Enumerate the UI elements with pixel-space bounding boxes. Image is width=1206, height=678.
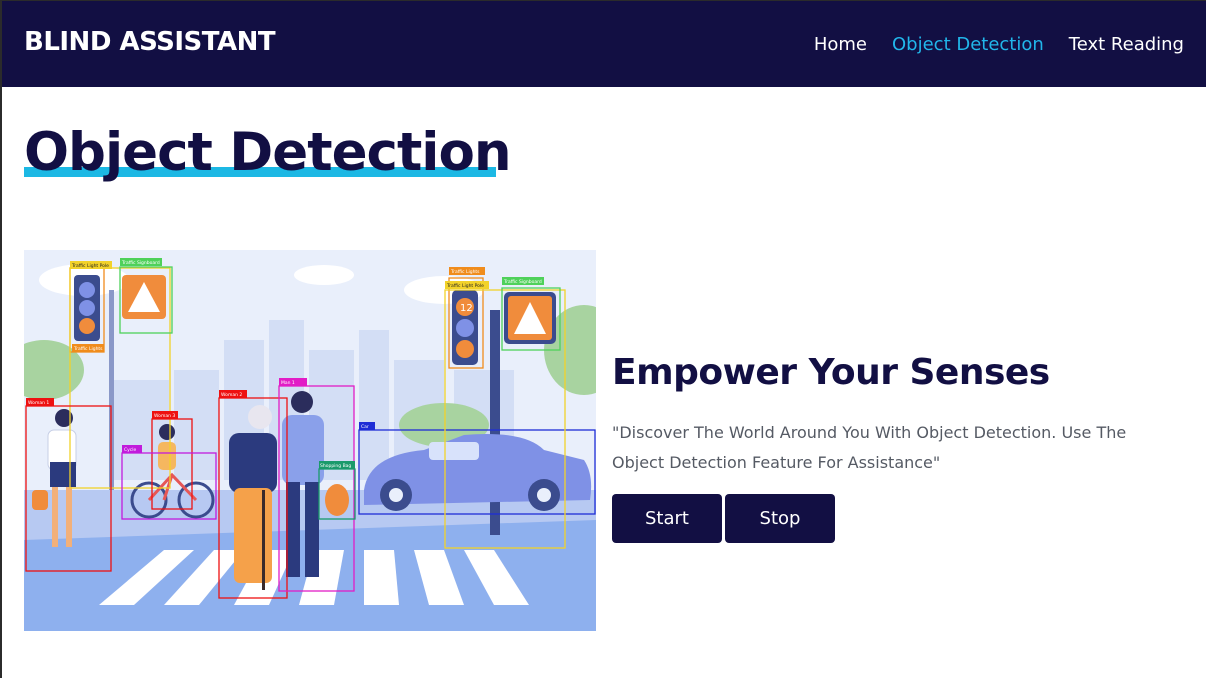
label-traffic-lights-left: Traffic Lights: [73, 346, 103, 352]
nav-links: Home Object Detection Text Reading: [814, 34, 1184, 55]
label-traffic-light-pole-left: Traffic Light Pole: [71, 263, 109, 269]
section-heading: Empower Your Senses: [612, 352, 1050, 393]
label-woman-2: Woman 2: [221, 392, 242, 398]
label-car: Car: [361, 424, 369, 430]
label-traffic-lights-right: Traffic Lights: [450, 269, 480, 275]
navbar: BLIND ASSISTANT Home Object Detection Te…: [2, 0, 1206, 87]
label-man-1: Man 1: [281, 380, 295, 386]
label-shopping-bag: Shopping Bag: [320, 463, 351, 469]
page-title: Object Detection: [24, 122, 512, 183]
stop-button[interactable]: Stop: [725, 494, 835, 543]
section-description: "Discover The World Around You With Obje…: [612, 423, 1127, 472]
label-traffic-light-pole-right: Traffic Light Pole: [446, 283, 484, 289]
label-traffic-signboard-left: Traffic Signboard: [121, 260, 160, 266]
object-detection-illustration: 12 Traffic Light Pole Traffic Signboard …: [24, 250, 596, 631]
signal-number: 12: [460, 303, 473, 314]
label-cycle: Cycle: [124, 447, 137, 453]
start-button[interactable]: Start: [612, 494, 722, 543]
nav-link-home[interactable]: Home: [814, 34, 867, 55]
nav-link-object-detection[interactable]: Object Detection: [892, 34, 1044, 55]
label-traffic-signboard-right: Traffic Signboard: [503, 279, 542, 285]
nav-link-text-reading[interactable]: Text Reading: [1069, 34, 1184, 55]
brand-logo[interactable]: BLIND ASSISTANT: [24, 27, 276, 57]
label-woman-3: Woman 3: [154, 413, 175, 419]
label-woman-1: Woman 1: [28, 400, 49, 406]
